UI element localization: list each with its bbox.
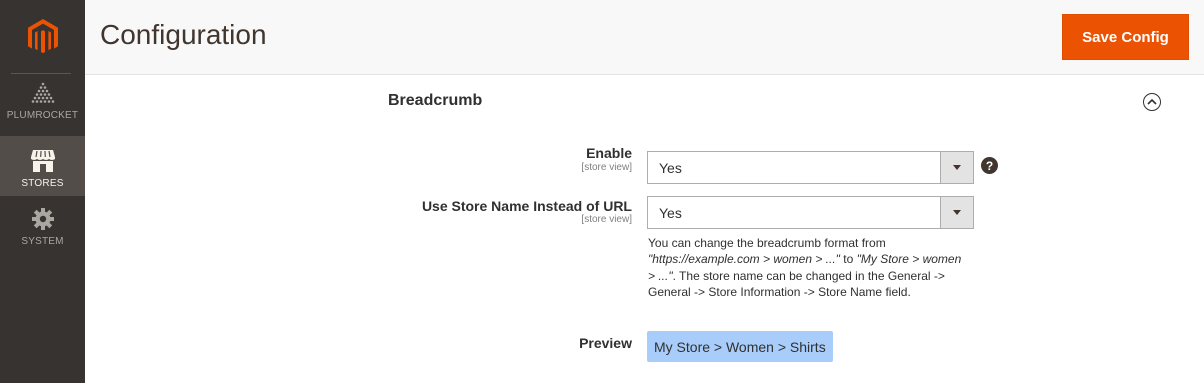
enable-label: Enable [586, 145, 632, 161]
section-title[interactable]: Breadcrumb [388, 92, 482, 110]
enable-scope: [store view] [581, 162, 632, 173]
plumrocket-icon [31, 82, 54, 103]
magento-logo[interactable] [0, 0, 85, 73]
store-icon [30, 150, 55, 172]
dropdown-arrow-icon [940, 152, 973, 183]
sidebar-item-plumrocket[interactable]: PLUMROCKET [0, 80, 85, 134]
preview-label: Preview [579, 335, 632, 351]
collapse-section-button[interactable] [1143, 93, 1161, 111]
page-title: Configuration [100, 19, 267, 50]
use-store-name-scope: [store view] [581, 214, 632, 225]
admin-sidebar: PLUMROCKET STORES SYSTEM [0, 0, 85, 383]
magento-logo-icon [27, 18, 58, 53]
use-store-name-select-value: Yes [659, 204, 682, 221]
gear-icon [31, 208, 54, 230]
page-header: Configuration Save Config [85, 0, 1204, 75]
use-store-name-select[interactable]: Yes [647, 196, 974, 229]
use-store-name-label: Use Store Name Instead of URL [421, 198, 632, 214]
sidebar-item-stores[interactable]: STORES [0, 136, 85, 196]
save-config-button[interactable]: Save Config [1062, 14, 1189, 60]
breadcrumb-preview: My Store > Women > Shirts [647, 331, 833, 362]
sidebar-item-label: SYSTEM [21, 236, 64, 247]
dropdown-arrow-icon [940, 197, 973, 228]
enable-select-value: Yes [659, 159, 682, 176]
help-icon[interactable]: ? [981, 157, 998, 174]
sidebar-item-label: PLUMROCKET [6, 110, 79, 121]
enable-select[interactable]: Yes [647, 151, 974, 184]
sidebar-item-system[interactable]: SYSTEM [0, 200, 85, 256]
sidebar-item-label: STORES [21, 178, 64, 189]
sidebar-divider [11, 73, 71, 74]
field-note: You can change the breadcrumb format fro… [648, 236, 962, 300]
chevron-up-icon [1147, 99, 1157, 105]
